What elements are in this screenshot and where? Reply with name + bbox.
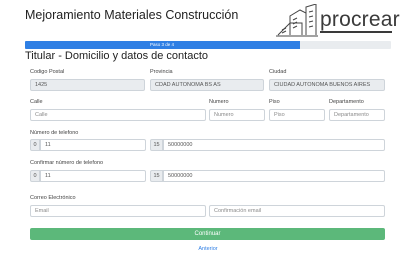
number-label: Numero <box>209 99 229 105</box>
email-confirm-input[interactable]: Confirmación email <box>209 205 385 217</box>
number-input[interactable]: Numero <box>209 109 265 121</box>
phone-confirm-prefix-15: 15 <box>150 170 163 182</box>
progress-bar: Paso 3 de 4 <box>25 41 391 49</box>
email-label: Correo Electrónico <box>30 195 76 201</box>
street-input[interactable]: Calle <box>30 109 206 121</box>
apartment-input[interactable]: Departamento <box>329 109 385 121</box>
phone-number-input[interactable]: 50000000 <box>163 139 385 151</box>
page-header-title: Mejoramiento Materiales Construcción <box>25 8 239 22</box>
phone-confirm-prefix-0: 0 <box>30 170 40 182</box>
logo-underline <box>320 31 392 33</box>
province-field: CDAD AUTONOMA BS AS <box>150 79 264 91</box>
postal-code-field: 1425 <box>30 79 145 91</box>
back-link[interactable]: Anterior <box>0 246 416 252</box>
phone-label: Número de telefono <box>30 130 79 136</box>
street-label: Calle <box>30 99 43 105</box>
phone-prefix-0: 0 <box>30 139 40 151</box>
phone-prefix-15: 15 <box>150 139 163 151</box>
email-input[interactable]: Email <box>30 205 206 217</box>
phone-area-code-input[interactable]: 11 <box>40 139 146 151</box>
phone-confirm-area-code-input[interactable]: 11 <box>40 170 146 182</box>
postal-code-label: Codigo Postal <box>30 69 65 75</box>
continue-button[interactable]: Continuar <box>30 228 385 240</box>
progress-label: Paso 3 de 4 <box>149 42 175 47</box>
phone-confirm-label: Confirmar número de telefono <box>30 160 104 166</box>
apartment-label: Departamento <box>329 99 364 105</box>
city-field: CIUDAD AUTONOMA BUENOS AIRES <box>269 79 385 91</box>
province-label: Provincia <box>150 69 173 75</box>
floor-input[interactable]: Piso <box>269 109 325 121</box>
floor-label: Piso <box>269 99 280 105</box>
section-title: Titular - Domicilio y datos de contacto <box>25 50 208 62</box>
procrear-logo-text: procrear <box>320 8 400 31</box>
phone-confirm-number-input[interactable]: 50000000 <box>163 170 385 182</box>
city-label: Ciudad <box>269 69 287 75</box>
